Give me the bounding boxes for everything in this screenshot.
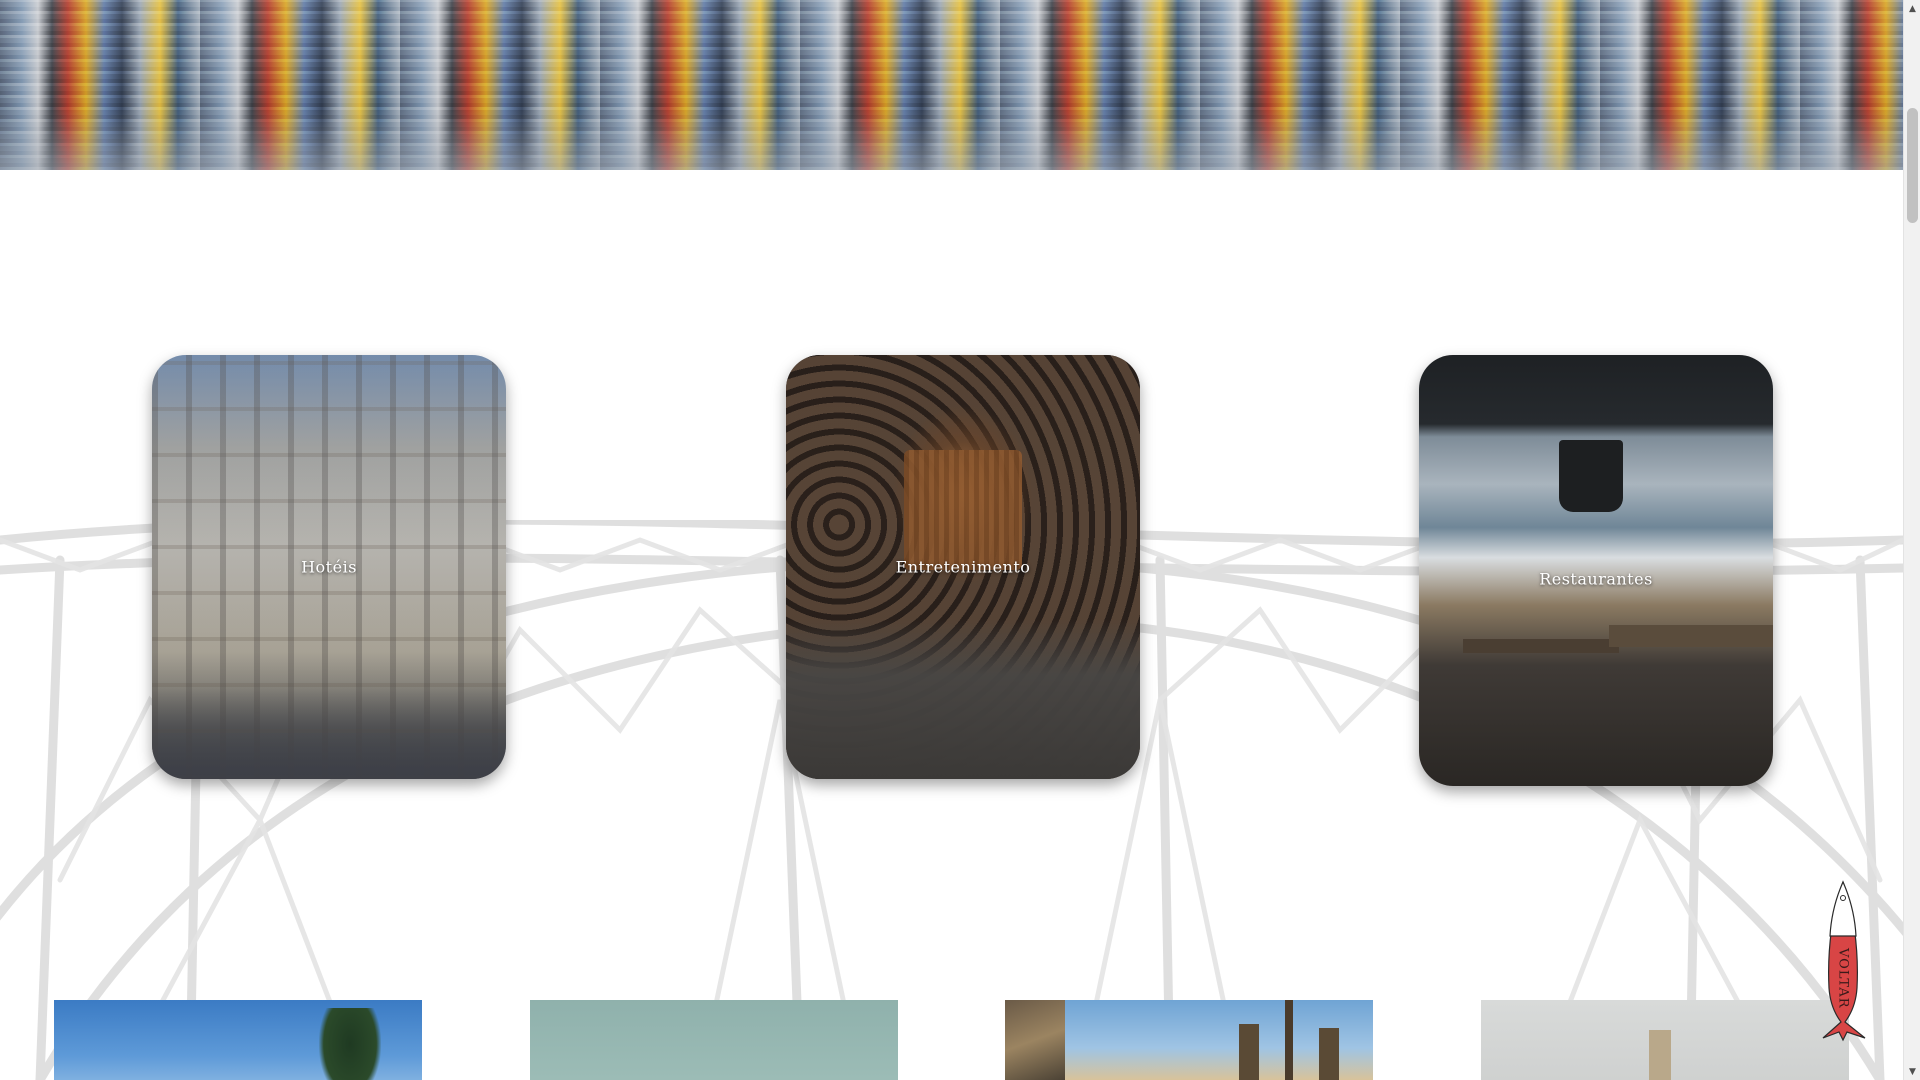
category-card-restaurants[interactable]: Restaurantes: [1419, 355, 1773, 786]
thumbnail-tree-sky[interactable]: [54, 1000, 422, 1080]
scrollbar-thumb[interactable]: [1907, 108, 1918, 223]
scroll-down-arrow-icon[interactable]: ▼: [1904, 1063, 1920, 1080]
thumbnail-teal-wall[interactable]: [530, 1000, 898, 1080]
back-button[interactable]: VOLTAR: [1815, 878, 1871, 1044]
back-button-label: VOLTAR: [1835, 947, 1851, 1009]
category-card-hotels[interactable]: Hotéis: [152, 355, 506, 779]
scroll-up-arrow-icon[interactable]: ▲: [1904, 0, 1920, 17]
category-label-hotels: Hotéis: [301, 557, 357, 577]
category-label-restaurants: Restaurantes: [1539, 569, 1653, 589]
thumbnail-grey-sky[interactable]: [1481, 1000, 1849, 1080]
category-card-entertainment[interactable]: Entretenimento: [786, 355, 1140, 779]
category-label-entertainment: Entretenimento: [895, 557, 1031, 577]
hero-river-reflection-image: [0, 0, 1903, 170]
thumbnail-rooftop-statues[interactable]: [1005, 1000, 1373, 1080]
page-scrollbar[interactable]: ▲ ▼: [1903, 0, 1920, 1080]
